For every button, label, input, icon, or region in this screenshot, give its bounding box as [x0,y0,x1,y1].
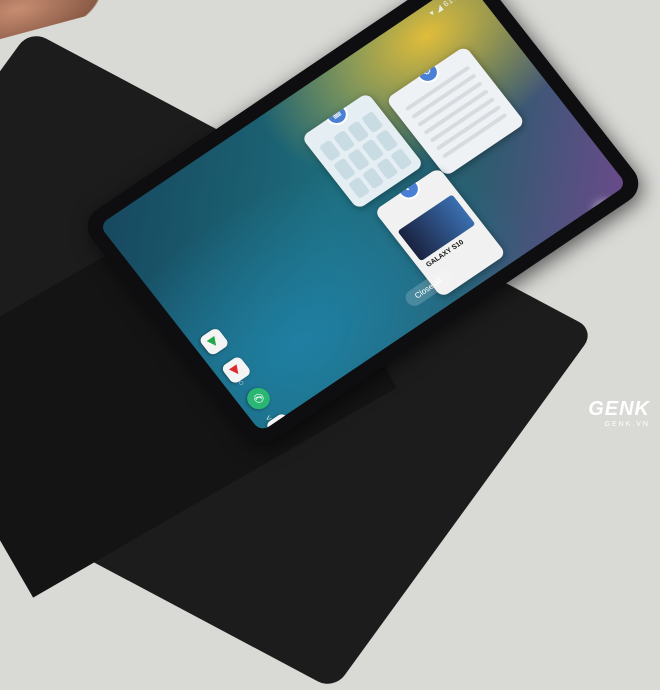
watermark-url: GENK.VN [604,421,650,428]
youtube-icon[interactable]: ▶ [220,355,253,385]
play-store-icon[interactable]: ▶ [198,326,230,357]
browser-promo-banner [397,194,476,262]
watermark-logo: GENK [588,398,650,420]
status-bar: ▾ ◢ 61% [427,0,462,18]
gear-icon[interactable]: ⚙ [411,57,444,88]
photo-scene: ▾ ◢ 61% ▦ ⚙ ◐ GALAXY S10 Close all ○ < ▶… [0,0,660,690]
calculator-icon[interactable]: ▦ [320,99,353,130]
watermark: GENK GENK.VN [588,398,650,428]
hand [0,0,106,48]
phone-icon[interactable]: ✆ [242,383,275,414]
